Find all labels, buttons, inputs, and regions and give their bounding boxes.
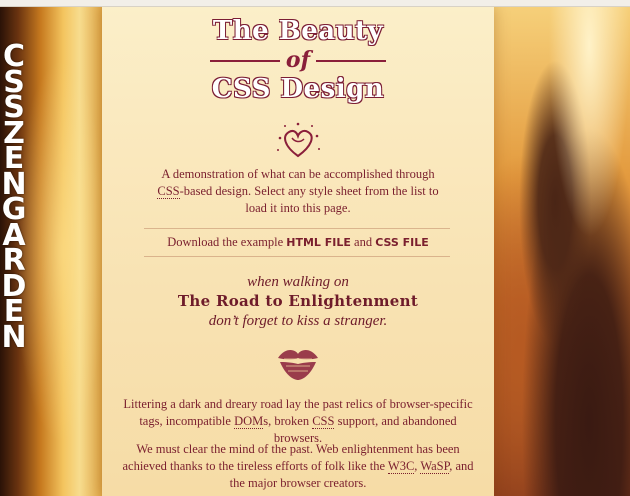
- abbr-dom: DOM: [234, 414, 264, 429]
- abbr-w3c: W3C: [387, 459, 415, 474]
- paragraph-road-relics: Littering a dark and dreary road lay the…: [116, 396, 480, 447]
- right-photo-panel: [494, 6, 630, 496]
- paragraph-enlightenment: We must clear the mind of the past. Web …: [116, 441, 480, 492]
- logo-title-line1: The Beauty: [212, 16, 384, 46]
- intro-text: A demonstration of what can be accomplis…: [150, 166, 446, 217]
- paragraph-text: s, broken: [263, 414, 313, 428]
- lipstick-kiss-icon: [278, 350, 318, 380]
- logo-rule-right: [316, 60, 386, 62]
- download-links: Download the example HTML FILE and CSS F…: [102, 234, 494, 251]
- road-line1: when walking on: [247, 274, 349, 290]
- vertical-title-letter: N: [1, 319, 27, 355]
- logo-title-line2: of: [102, 48, 494, 72]
- browser-top-edge: [0, 0, 630, 7]
- heart-doodle-icon: [277, 122, 320, 158]
- download-prefix: Download the example: [167, 235, 287, 249]
- html-file-link[interactable]: HTML FILE: [286, 236, 351, 249]
- main-content-panel: The Beauty of CSS Design A demonstration…: [102, 6, 494, 496]
- download-and: and: [350, 235, 376, 249]
- vertical-site-title: CSSZENGARDEN: [0, 42, 28, 355]
- road-heading: The Road to Enlightenment: [177, 292, 419, 310]
- abbr-css: CSS: [312, 414, 335, 429]
- intro-text-part: A demonstration of what can be accomplis…: [161, 167, 435, 181]
- divider-top: [144, 228, 450, 229]
- left-photo-strip: CSSZENGARDEN: [0, 6, 102, 496]
- abbr-css: CSS: [157, 184, 180, 199]
- site-logo: The Beauty of CSS Design: [102, 16, 494, 104]
- road-line3: don’t forget to kiss a stranger.: [208, 313, 388, 329]
- intro-text-part: -based design. Select any style sheet fr…: [179, 184, 439, 215]
- logo-title-line3: CSS Design: [211, 74, 385, 104]
- logo-rule-left: [210, 60, 280, 62]
- divider-bottom: [144, 256, 450, 257]
- css-file-link[interactable]: CSS FILE: [375, 236, 429, 249]
- logo-of-text: of: [285, 47, 311, 73]
- abbr-wasp: WaSP: [420, 459, 450, 474]
